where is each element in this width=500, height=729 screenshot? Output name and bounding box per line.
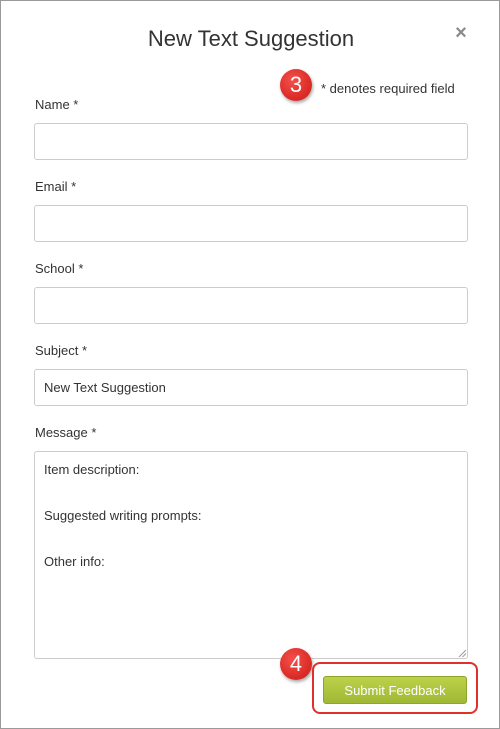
subject-field[interactable]: New Text Suggestion bbox=[34, 369, 468, 406]
message-line-writing-prompts: Suggested writing prompts: bbox=[44, 508, 202, 523]
required-field-note: * denotes required field bbox=[321, 81, 455, 96]
step-4-callout: 4 bbox=[280, 648, 312, 680]
message-line-other-info: Other info: bbox=[44, 554, 105, 569]
dialog-title: New Text Suggestion bbox=[147, 26, 355, 51]
name-label: Name * bbox=[35, 97, 79, 112]
email-label: Email * bbox=[35, 179, 77, 194]
resize-grip-icon[interactable] bbox=[458, 649, 466, 657]
school-field[interactable] bbox=[34, 287, 468, 324]
close-icon[interactable]: × bbox=[452, 23, 470, 43]
new-text-suggestion-dialog: New Text Suggestion × 3 * denotes requir… bbox=[0, 0, 500, 729]
name-field[interactable] bbox=[34, 123, 468, 160]
message-label: Message * bbox=[35, 425, 97, 440]
subject-field-value: New Text Suggestion bbox=[44, 380, 166, 395]
message-line-item-description: Item description: bbox=[44, 462, 140, 477]
subject-label: Subject * bbox=[35, 343, 88, 358]
message-textarea[interactable]: Item description: Suggested writing prom… bbox=[34, 451, 468, 659]
submit-feedback-button[interactable]: Submit Feedback bbox=[323, 676, 467, 704]
school-label: School * bbox=[35, 261, 84, 276]
step-3-callout: 3 bbox=[280, 69, 312, 101]
email-field[interactable] bbox=[34, 205, 468, 242]
